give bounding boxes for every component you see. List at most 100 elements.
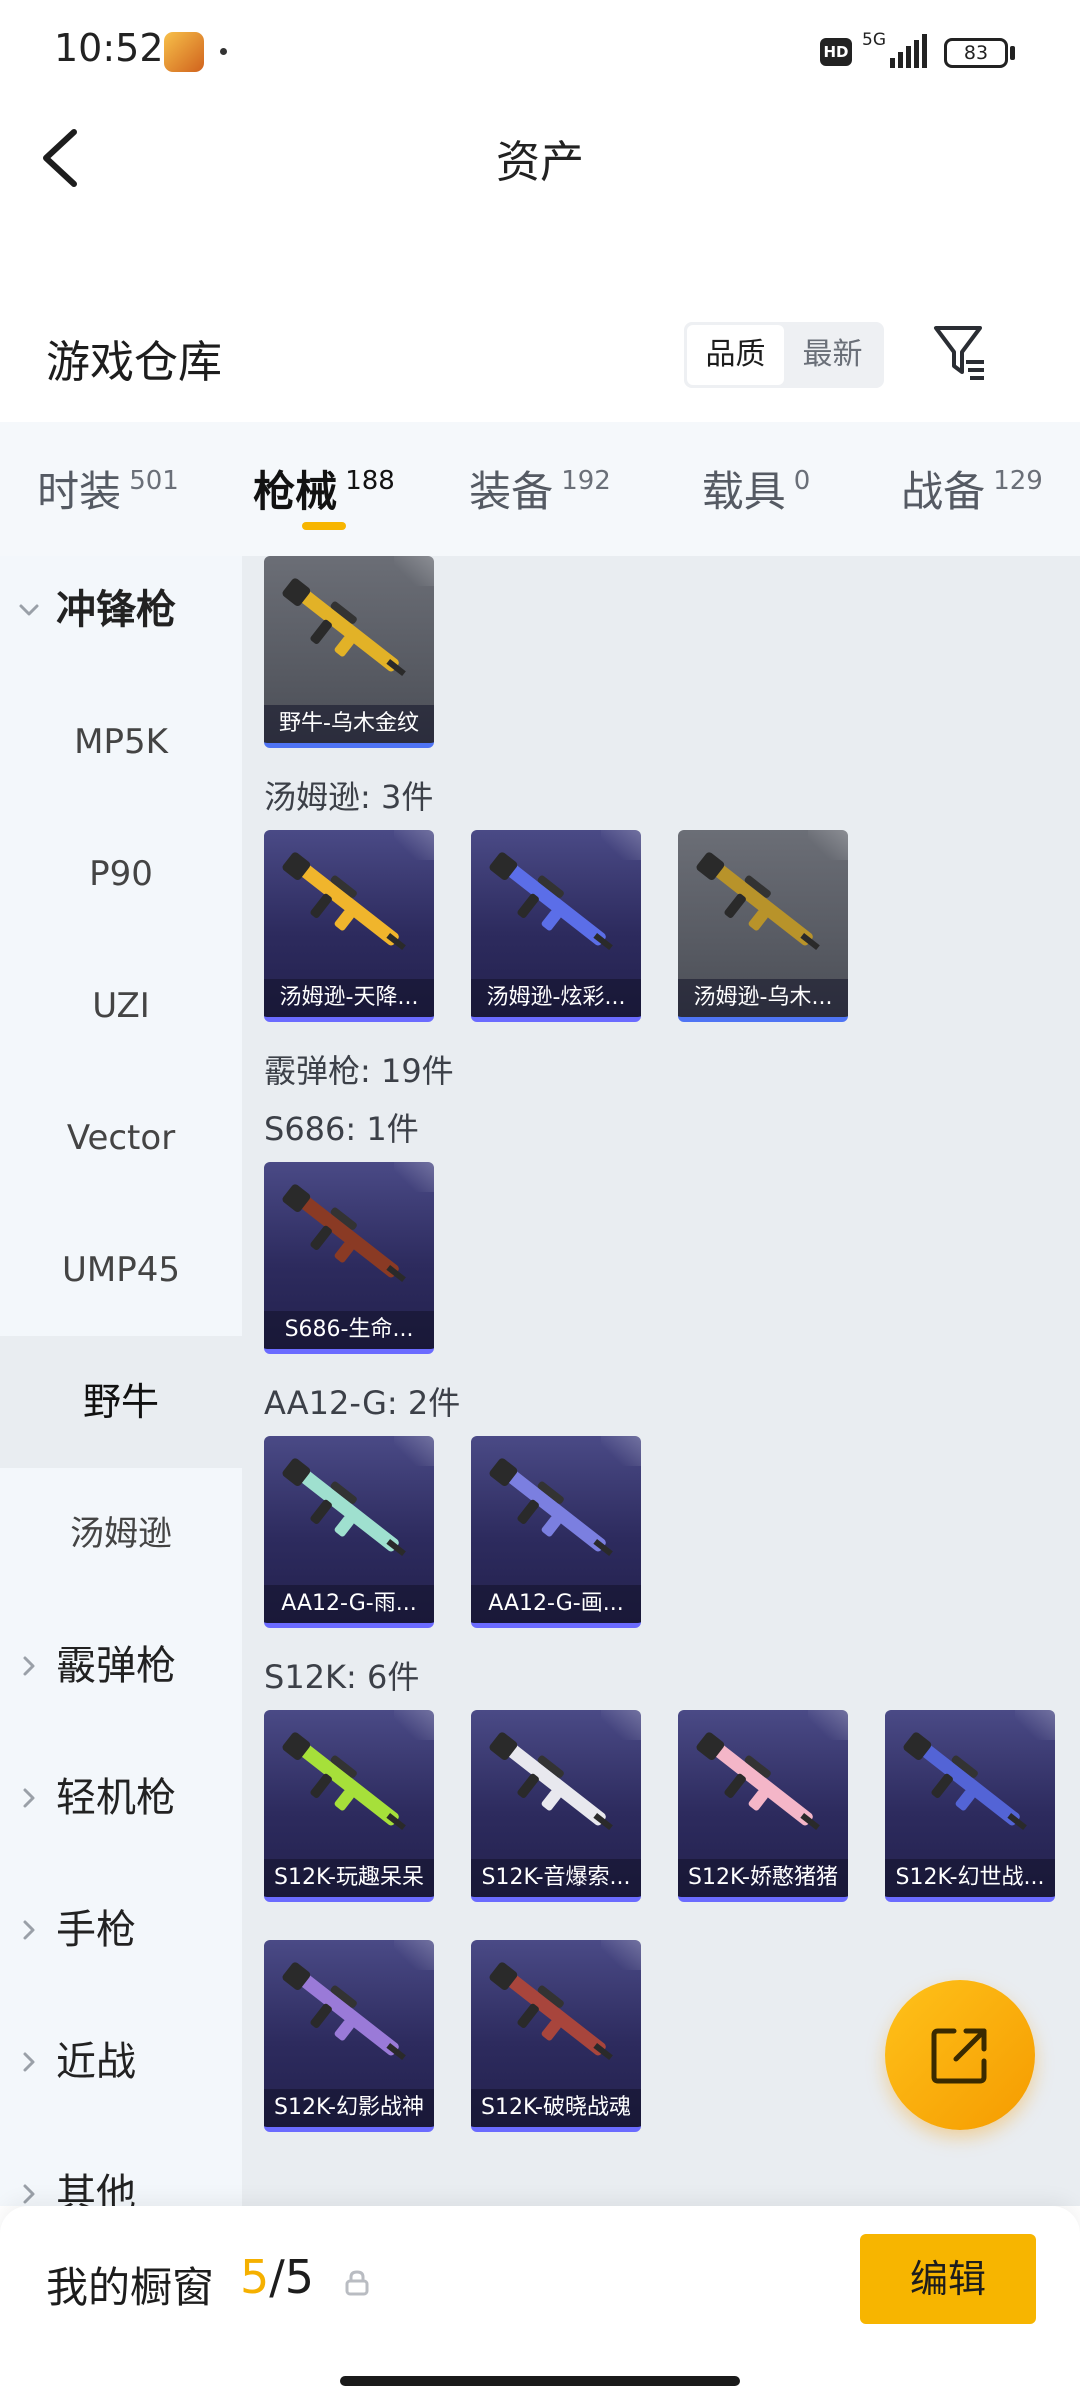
sidebar-group[interactable]: 手枪 (0, 1864, 242, 1996)
app-notification-icon (164, 32, 204, 72)
share-icon (931, 2028, 987, 2084)
active-tab-indicator (302, 522, 346, 530)
section-title: 汤姆逊: 3件 (264, 778, 434, 816)
weapon-icon (696, 1732, 820, 1831)
weapon-card[interactable]: 汤姆逊-炫彩... (471, 830, 641, 1022)
weapon-icon (282, 1962, 406, 2061)
sidebar-item[interactable]: UMP45 (0, 1204, 242, 1336)
sidebar-item[interactable]: 汤姆逊 (0, 1468, 242, 1600)
sidebar-item[interactable]: MP5K (0, 676, 242, 808)
showcase-title: 我的橱窗 (46, 2263, 215, 2312)
tab-firearms[interactable]: 枪械 188 (216, 422, 432, 556)
weapon-icon (282, 1184, 406, 1283)
warehouse-title: 游戏仓库 (46, 337, 222, 388)
filter-icon[interactable] (932, 322, 988, 382)
chevron-right-icon (23, 2052, 35, 2072)
tab-vehicles[interactable]: 载具 0 (648, 422, 864, 556)
hd-icon: HD (820, 38, 852, 66)
sidebar-group[interactable]: 冲锋枪 (0, 556, 242, 676)
showcase-bar: 我的橱窗 5/5 编辑 (0, 2206, 1080, 2400)
showcase-count-current: 5 (240, 2250, 270, 2304)
sidebar-item-label: 近战 (56, 2039, 136, 2085)
weapon-card-label: S12K-破晓战魂 (471, 2089, 641, 2127)
weapon-card-label: AA12-G-画... (471, 1585, 641, 1623)
chevron-down-icon (19, 604, 39, 616)
weapon-card[interactable]: S12K-音爆索... (471, 1710, 641, 1902)
signal-icon (890, 34, 927, 68)
showcase-count: 5/5 (240, 2250, 314, 2304)
tab-count: 129 (993, 466, 1043, 496)
sidebar-group[interactable]: 霰弹枪 (0, 1600, 242, 1732)
sidebar-item-label: P90 (89, 854, 153, 894)
sidebar-item-label: MP5K (74, 722, 168, 762)
weapon-category-sidebar: 冲锋枪 MP5K P90 UZI Vector UMP45 野牛汤姆逊霰弹枪轻机枪手枪近战其… (0, 556, 242, 2206)
tab-label: 载具 (701, 467, 786, 516)
weapon-card[interactable]: S12K-玩趣呆呆 (264, 1710, 434, 1902)
sidebar-item[interactable]: UZI (0, 940, 242, 1072)
sort-latest-button[interactable]: 最新 (784, 325, 881, 385)
weapon-grid: 野牛-乌木金纹汤姆逊: 3件 汤姆逊-天降... 汤姆逊-炫彩... 汤姆逊-乌木..… (242, 556, 1080, 2206)
weapon-icon (282, 852, 406, 951)
sidebar-group[interactable]: 轻机枪 (0, 1732, 242, 1864)
sidebar-item-label: 轻机枪 (56, 1775, 176, 1821)
status-time: 10:52 (54, 26, 164, 70)
weapon-card[interactable]: 汤姆逊-天降... (264, 830, 434, 1022)
sidebar-item-label: UZI (92, 986, 150, 1026)
status-bar: 10:52 HD 5G 83 (0, 0, 1080, 100)
weapon-card[interactable]: 野牛-乌木金纹 (264, 556, 434, 748)
section-title: 霰弹枪: 19件 (264, 1052, 454, 1090)
weapon-card-label: S12K-幻世战... (885, 1859, 1055, 1897)
weapon-card[interactable]: S12K-娇憨猪猪 (678, 1710, 848, 1902)
tab-equipment[interactable]: 装备 192 (432, 422, 648, 556)
notification-dot-icon (220, 48, 227, 55)
weapon-card[interactable]: S12K-破晓战魂 (471, 1940, 641, 2132)
tab-label: 时装 (37, 467, 122, 516)
tab-label: 枪械 (253, 467, 338, 516)
sidebar-item[interactable]: Vector (0, 1072, 242, 1204)
weapon-card[interactable]: S12K-幻世战... (885, 1710, 1055, 1902)
tab-fashion[interactable]: 时装 501 (0, 422, 216, 556)
weapon-icon (903, 1732, 1027, 1831)
weapon-card[interactable]: AA12-G-画... (471, 1436, 641, 1628)
tab-label: 装备 (469, 467, 554, 516)
weapon-card-label: 汤姆逊-乌木... (678, 979, 848, 1017)
home-indicator (340, 2376, 740, 2386)
tab-count: 0 (793, 466, 811, 496)
sidebar-item[interactable]: P90 (0, 808, 242, 940)
sidebar-group[interactable]: 其他 (0, 2128, 242, 2206)
chevron-right-icon (23, 2184, 35, 2204)
weapon-icon (696, 852, 820, 951)
sidebar-group[interactable]: 近战 (0, 1996, 242, 2128)
chevron-right-icon (23, 1920, 35, 1940)
weapon-icon (489, 1732, 613, 1831)
sidebar-item-label: 汤姆逊 (70, 1514, 172, 1554)
weapon-card[interactable]: 汤姆逊-乌木... (678, 830, 848, 1022)
weapon-card[interactable]: AA12-G-雨... (264, 1436, 434, 1628)
section-title: S12K: 6件 (264, 1658, 420, 1696)
weapon-icon (282, 1458, 406, 1557)
sort-quality-button[interactable]: 品质 (687, 325, 784, 385)
share-button[interactable] (885, 1980, 1035, 2130)
weapon-card-label: S12K-幻影战神 (264, 2089, 434, 2127)
weapon-card-label: 汤姆逊-天降... (264, 979, 434, 1017)
weapon-icon (489, 852, 613, 951)
weapon-icon (282, 1732, 406, 1831)
weapon-icon (489, 1962, 613, 2061)
tab-supplies[interactable]: 战备 129 (864, 422, 1080, 556)
tab-count: 188 (345, 466, 395, 496)
showcase-count-sep: / (269, 2250, 285, 2304)
tab-label: 战备 (901, 467, 986, 516)
sidebar-item-label: Vector (66, 1118, 176, 1158)
tab-count: 501 (129, 466, 179, 496)
edit-button[interactable]: 编辑 (860, 2234, 1036, 2324)
weapon-card[interactable]: S12K-幻影战神 (264, 1940, 434, 2132)
sidebar-item[interactable]: 野牛 (0, 1336, 242, 1468)
sidebar-item-label: 手枪 (56, 1907, 136, 1953)
weapon-icon (282, 578, 406, 677)
weapon-card-label: 汤姆逊-炫彩... (471, 979, 641, 1017)
weapon-card[interactable]: S686-生命... (264, 1162, 434, 1354)
tab-count: 192 (561, 466, 611, 496)
battery-icon: 83 (944, 38, 1008, 68)
sort-toggle: 品质 最新 (684, 322, 884, 388)
assets-screen: 10:52 HD 5G 83 资产 游戏仓库 品质 最新 时装 501 枪械 1… (0, 0, 1080, 2400)
